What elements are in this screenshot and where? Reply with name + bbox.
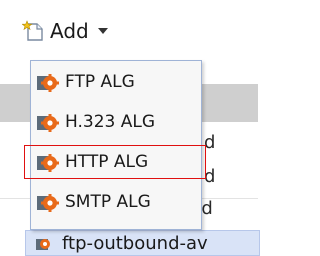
- alg-gear-icon: [35, 70, 59, 94]
- alg-gear-icon: [35, 110, 59, 134]
- selected-list-item[interactable]: ftp-outbound-av: [25, 230, 260, 256]
- menu-item-smtp-alg[interactable]: SMTP ALG: [35, 185, 199, 219]
- alg-gear-icon: [34, 234, 52, 252]
- new-document-icon: [22, 20, 44, 42]
- add-button-label: Add: [50, 19, 89, 43]
- alg-gear-icon: [35, 190, 59, 214]
- selected-list-item-label: ftp-outbound-av: [62, 232, 208, 254]
- menu-item-h323-alg[interactable]: H.323 ALG: [35, 105, 199, 139]
- menu-item-label: SMTP ALG: [65, 192, 151, 212]
- add-button[interactable]: Add: [22, 18, 109, 44]
- menu-item-ftp-alg[interactable]: FTP ALG: [35, 65, 199, 99]
- menu-item-label: FTP ALG: [65, 72, 135, 92]
- highlight-box: [24, 145, 206, 179]
- menu-item-label: H.323 ALG: [65, 112, 156, 132]
- chevron-down-icon: [97, 26, 109, 36]
